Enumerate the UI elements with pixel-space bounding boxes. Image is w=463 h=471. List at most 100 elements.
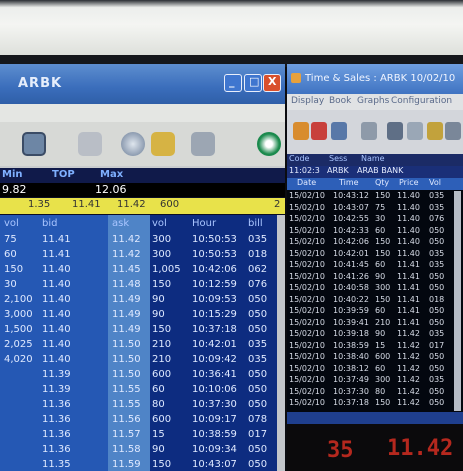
order-book-col-header[interactable]: Hour [192, 218, 216, 229]
order-book-row[interactable]: 11.36 11.56 600 10:09:17 078 [0, 413, 280, 428]
printer-icon[interactable] [191, 132, 215, 156]
refresh-icon[interactable] [331, 122, 347, 140]
trade-cell: 10:37:49 [333, 375, 369, 384]
menu-graphs[interactable]: Graphs [357, 96, 389, 106]
menu-book[interactable]: Book [329, 96, 351, 106]
order-book-row[interactable]: 2,025 11.40 11.50 210 10:42:01 035 [0, 338, 280, 353]
order-book-row[interactable]: 30 11.40 11.48 150 10:12:59 076 [0, 278, 280, 293]
trade-cell: 15/02/10 [289, 191, 325, 200]
folder-icon[interactable] [293, 122, 309, 140]
trade-cell: 11.41 [397, 260, 420, 269]
edit-icon[interactable] [311, 122, 327, 140]
trade-row[interactable]: 15/02/10 10:37:30 80 11.42 050 [287, 387, 455, 398]
trades-statusbar [287, 412, 463, 424]
order-book-cell: 050 [248, 459, 268, 470]
col-qty[interactable]: Qty [375, 178, 389, 187]
order-book-col-header[interactable]: ask [112, 218, 129, 229]
document-icon[interactable] [78, 132, 102, 156]
order-book-cell: 035 [248, 339, 268, 350]
order-book-row[interactable]: 11.39 11.55 60 10:10:06 050 [0, 383, 280, 398]
order-book-cell: 150 [152, 459, 172, 470]
globe-logo-icon[interactable] [257, 132, 281, 156]
trade-row[interactable]: 15/02/10 10:41:45 60 11.41 035 [287, 260, 455, 271]
grid-icon[interactable] [387, 122, 403, 140]
trade-cell: 10:42:01 [333, 248, 369, 258]
print-icon[interactable] [407, 122, 423, 140]
order-book-cell: 90 [152, 294, 165, 305]
col-time[interactable]: Time [339, 178, 359, 187]
order-book-cell: 10:50:53 [192, 249, 237, 260]
trade-cell: 15/02/10 [289, 214, 325, 223]
order-book-row[interactable]: 75 11.41 11.42 300 10:50:53 035 [0, 233, 280, 248]
order-book-col-header[interactable]: bill [248, 218, 263, 229]
order-book-row[interactable]: 11.36 11.57 15 10:38:59 017 [0, 428, 280, 443]
order-book-row[interactable]: 4,020 11.40 11.50 210 10:09:42 035 [0, 353, 280, 368]
left-titlebar[interactable]: ARBK _ □ X [0, 64, 285, 104]
trade-row[interactable]: 15/02/10 10:43:12 150 11.40 035 [287, 191, 455, 202]
trade-row[interactable]: 15/02/10 10:42:55 30 11.40 076 [287, 214, 455, 225]
order-book-row[interactable]: 11.35 11.59 150 10:43:07 050 [0, 458, 280, 471]
trade-row[interactable]: 15/02/10 10:42:01 150 11.40 035 [287, 249, 455, 260]
right-titlebar[interactable]: Time & Sales : ARBK 10/02/10 [287, 64, 463, 94]
order-book-cell: 11.39 [42, 384, 71, 395]
settings-icon[interactable] [445, 122, 461, 140]
trades-scrollbar[interactable] [454, 191, 461, 411]
trade-row[interactable]: 15/02/10 10:43:07 75 11.40 035 [287, 203, 455, 214]
trade-row[interactable]: 15/02/10 10:39:18 90 11.42 035 [287, 329, 455, 340]
trade-row[interactable]: 15/02/10 10:41:26 90 11.41 050 [287, 272, 455, 283]
minmax-header: Min TOP Max [0, 168, 285, 183]
order-book-row[interactable]: 2,100 11.40 11.49 90 10:09:53 050 [0, 293, 280, 308]
trade-row[interactable]: 15/02/10 10:42:33 60 11.40 050 [287, 226, 455, 237]
trade-row[interactable]: 15/02/10 10:42:06 150 11.40 050 [287, 237, 455, 248]
globe-icon[interactable] [121, 132, 145, 156]
key-icon[interactable] [427, 122, 443, 140]
key-icon[interactable] [151, 132, 175, 156]
order-book-row[interactable]: 60 11.41 11.42 300 10:50:53 018 [0, 248, 280, 263]
trade-row[interactable]: 15/02/10 10:39:41 210 11.41 050 [287, 318, 455, 329]
trade-row[interactable]: 15/02/10 10:37:49 300 11.42 035 [287, 375, 455, 386]
close-button[interactable]: X [263, 74, 281, 92]
order-book-cell: 2,025 [4, 339, 33, 350]
minimize-button[interactable]: _ [224, 74, 242, 92]
trade-row[interactable]: 15/02/10 10:39:59 60 11.41 050 [287, 306, 455, 317]
trade-cell: 15/02/10 [289, 248, 325, 258]
order-book-row[interactable]: 1,500 11.40 11.49 150 10:37:18 050 [0, 323, 280, 338]
order-book-row[interactable]: 11.36 11.55 80 10:37:30 050 [0, 398, 280, 413]
screen-icon[interactable] [22, 132, 46, 156]
order-book-row[interactable]: 11.36 11.58 90 10:09:34 050 [0, 443, 280, 458]
order-book-cell: 017 [248, 429, 268, 440]
trade-row[interactable]: 15/02/10 10:38:40 600 11.42 050 [287, 352, 455, 363]
order-book-col-header[interactable]: vol [152, 218, 167, 229]
order-book-col-header[interactable]: bid [42, 218, 57, 229]
order-book-row[interactable]: 3,000 11.40 11.49 90 10:15:29 050 [0, 308, 280, 323]
order-book-cell: 050 [248, 369, 268, 380]
trade-row[interactable]: 15/02/10 10:38:59 15 11.42 017 [287, 341, 455, 352]
order-book-cell: 10:38:59 [192, 429, 237, 440]
trade-cell: 150 [375, 398, 391, 407]
menu-configuration[interactable]: Configuration [391, 96, 452, 106]
best-bid-ask-row[interactable]: 1.35 11.41 11.42 600 2 [0, 198, 285, 214]
order-book-cell: 150 [152, 279, 172, 290]
col-vol[interactable]: Vol [429, 178, 441, 187]
trade-row[interactable]: 15/02/10 10:40:58 300 11.41 050 [287, 283, 455, 294]
col-date[interactable]: Date [297, 178, 316, 187]
order-book-cell: 050 [248, 309, 268, 320]
order-book-col-header[interactable]: vol [4, 218, 19, 229]
trade-cell: 10:40:58 [333, 283, 369, 292]
order-book-header: vol bid ask vol Hour bill [0, 217, 280, 232]
order-book-row[interactable]: 11.39 11.50 600 10:36:41 050 [0, 368, 280, 383]
order-book-cell: 11.49 [112, 309, 141, 320]
maximize-button[interactable]: □ [244, 74, 262, 92]
trade-cell: 035 [429, 375, 445, 384]
order-book-row[interactable]: 150 11.40 11.45 1,005 10:42:06 062 [0, 263, 280, 278]
trade-cell: 15/02/10 [289, 237, 325, 246]
col-price[interactable]: Price [399, 178, 419, 187]
trade-row[interactable]: 15/02/10 10:38:12 60 11.42 050 [287, 364, 455, 375]
menu-display[interactable]: Display [291, 96, 324, 106]
trade-cell: 60 [375, 363, 386, 373]
trade-row[interactable]: 15/02/10 10:40:22 150 11.41 018 [287, 295, 455, 306]
trade-cell: 035 [429, 260, 445, 269]
time-and-sales-window: Time & Sales : ARBK 10/02/10 Display Boo… [287, 64, 463, 424]
trade-row[interactable]: 15/02/10 10:37:18 150 11.42 050 [287, 398, 455, 409]
document-icon[interactable] [361, 122, 377, 140]
